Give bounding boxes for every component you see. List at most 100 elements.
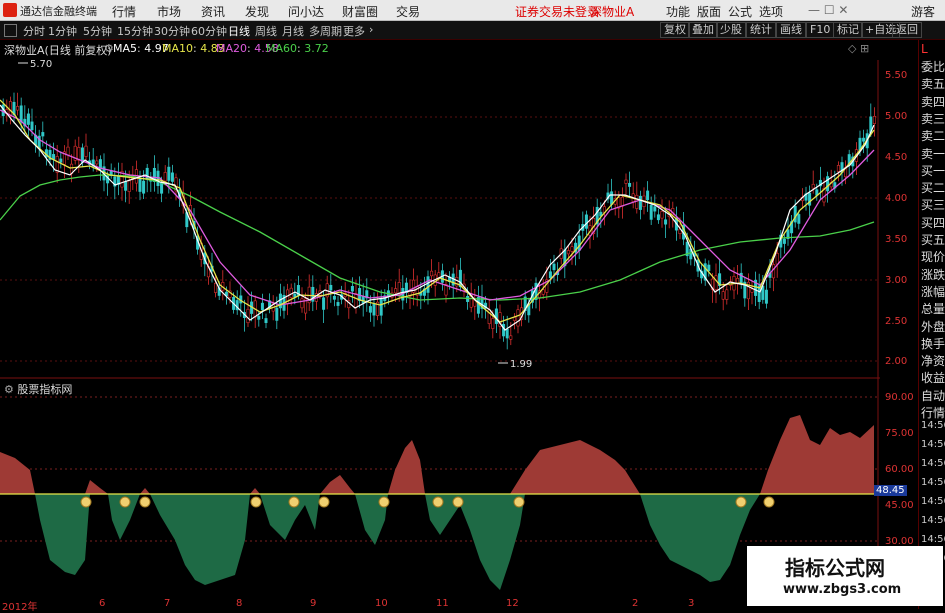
side-panel-item[interactable]: 涨跌 xyxy=(921,266,945,283)
money-bag-icon xyxy=(318,496,330,508)
btn-huaxian[interactable]: 画线 xyxy=(776,22,806,38)
candle-body xyxy=(566,250,570,255)
side-panel-item[interactable]: 收益 xyxy=(921,369,945,386)
candle-body xyxy=(653,206,657,212)
watermark-box: 指标公式网 www.zbgs3.com xyxy=(747,546,943,606)
candle-body xyxy=(142,180,146,194)
btn-shaogu[interactable]: 少股 xyxy=(716,22,746,38)
period-multi[interactable]: 多周期 xyxy=(309,23,342,39)
trade-time: 14:56 xyxy=(921,420,945,431)
watermark-url: www.zbgs3.com xyxy=(783,582,902,597)
btn-fuquan[interactable]: 复权 xyxy=(660,22,690,38)
period-30min[interactable]: 30分钟 xyxy=(154,23,190,39)
side-panel-item[interactable]: 卖一 xyxy=(921,145,945,162)
ind-ytick-60: 60.00 xyxy=(885,464,914,475)
candle-body xyxy=(394,288,398,294)
period-toolbar: 分时 1分钟 5分钟 15分钟 30分钟 60分钟 日线 周线 月线 多周期 更… xyxy=(0,21,945,40)
candle-body xyxy=(138,178,142,192)
side-panel-item[interactable]: 外盘 xyxy=(921,318,945,335)
ytick-550: 5.50 xyxy=(885,70,908,81)
candle-body xyxy=(476,297,480,314)
candle-body xyxy=(214,282,218,293)
guest-label[interactable]: 游客 xyxy=(911,3,935,20)
menu-shichang[interactable]: 市场 xyxy=(157,3,181,20)
candle-body xyxy=(167,166,171,181)
period-1min[interactable]: 1分钟 xyxy=(48,23,77,39)
period-weekly[interactable]: 周线 xyxy=(255,23,277,39)
xtick-7: 7 xyxy=(164,598,171,609)
period-fenshi[interactable]: 分时 xyxy=(23,23,45,39)
menu-banmian[interactable]: 版面 xyxy=(697,3,721,20)
watermark-title: 指标公式网 xyxy=(785,556,885,580)
candle-body xyxy=(750,288,754,293)
candle-body xyxy=(379,298,383,316)
side-panel-item[interactable]: 涨幅 xyxy=(921,283,945,300)
ind-ytick-90: 90.00 xyxy=(885,392,914,403)
side-panel-item[interactable]: 买三 xyxy=(921,196,945,213)
candle-body xyxy=(775,253,779,265)
menu-hangqing[interactable]: 行情 xyxy=(112,3,136,20)
period-60min[interactable]: 60分钟 xyxy=(191,23,227,39)
side-panel-item[interactable]: 买二 xyxy=(921,179,945,196)
chevron-right-icon[interactable]: › xyxy=(369,23,373,36)
side-panel-item[interactable]: 卖五 xyxy=(921,75,945,92)
menu-wenxiaoda[interactable]: 问小达 xyxy=(288,3,324,20)
menu-jiaoyi[interactable]: 交易 xyxy=(396,3,420,20)
window-controls[interactable]: — ☐ ✕ xyxy=(808,3,848,17)
candle-body xyxy=(664,219,668,225)
candle-body xyxy=(552,263,556,271)
money-bag-icon xyxy=(139,496,151,508)
ytick-300: 3.00 xyxy=(885,275,908,286)
period-monthly[interactable]: 月线 xyxy=(282,23,304,39)
menu-faxian[interactable]: 发现 xyxy=(245,3,269,20)
stock-chart[interactable]: 5.70 1.99 xyxy=(0,40,880,605)
menu-zixun[interactable]: 资讯 xyxy=(201,3,225,20)
indicator-gear-icon[interactable]: ⚙ xyxy=(4,383,14,396)
side-panel-item[interactable]: 行情 xyxy=(921,404,945,421)
period-more[interactable]: 更多 xyxy=(343,23,365,39)
menu-gongshi[interactable]: 公式 xyxy=(728,3,752,20)
money-bag-icon xyxy=(378,496,390,508)
btn-f10[interactable]: F10 xyxy=(806,22,835,38)
menu-caifuquan[interactable]: 财富圈 xyxy=(342,3,378,20)
btn-tongji[interactable]: 统计 xyxy=(746,22,776,38)
candle-body xyxy=(584,214,588,229)
candle-body xyxy=(491,318,495,329)
btn-biaoji[interactable]: 标记 xyxy=(833,22,863,38)
side-panel-item[interactable]: 总量 xyxy=(921,300,945,317)
panel-top-label: L xyxy=(921,42,928,56)
side-panel-item[interactable]: 净资 xyxy=(921,352,945,369)
side-panel-item[interactable]: 卖二 xyxy=(921,127,945,144)
side-panel-item[interactable]: 卖四 xyxy=(921,93,945,110)
period-daily[interactable]: 日线 xyxy=(228,23,250,39)
app-logo-icon xyxy=(3,3,17,17)
menu-gongneng[interactable]: 功能 xyxy=(666,3,690,20)
side-panel-item[interactable]: 换手 xyxy=(921,335,945,352)
side-panel-item[interactable]: 买一 xyxy=(921,162,945,179)
btn-back[interactable]: 返回 xyxy=(892,22,922,38)
ytick-450: 4.50 xyxy=(885,152,908,163)
period-15min[interactable]: 15分钟 xyxy=(117,23,153,39)
menu-bar: 通达信金融终端 行情 市场 资讯 发现 问小达 财富圈 交易 证券交易未登录 深… xyxy=(0,0,945,21)
trade-time: 14:56 xyxy=(921,458,945,469)
ind-ytick-45: 45.00 xyxy=(885,500,914,511)
indicator-label: ⚙ 股票指标网 xyxy=(4,381,72,397)
layout-toggle-icon[interactable] xyxy=(4,24,17,37)
side-panel-item[interactable]: 现价 xyxy=(921,248,945,265)
candle-body xyxy=(160,182,164,194)
quote-side-panel: L 委比 卖五 卖四 卖三 卖二 卖一 买一 买二 买三 买四 买五 现价 涨跌 涨幅 总量 外盘 换手 净资 收益… xyxy=(918,40,945,609)
side-panel-item[interactable]: 自动 xyxy=(921,387,945,404)
candle-body xyxy=(782,238,786,244)
side-panel-item[interactable]: 买五 xyxy=(921,231,945,248)
login-warning[interactable]: 证券交易未登录 xyxy=(515,3,599,20)
indicator-down-fill xyxy=(35,494,760,590)
menu-xuanxiang[interactable]: 选项 xyxy=(759,3,783,20)
ytick-200: 2.00 xyxy=(885,356,908,367)
side-panel-item[interactable]: 委比 xyxy=(921,58,945,75)
trade-time: 14:56 xyxy=(921,477,945,488)
side-panel-item[interactable]: 卖三 xyxy=(921,110,945,127)
ma10-line xyxy=(0,99,875,323)
period-5min[interactable]: 5分钟 xyxy=(83,23,112,39)
btn-diejia[interactable]: 叠加 xyxy=(688,22,718,38)
side-panel-item[interactable]: 买四 xyxy=(921,214,945,231)
